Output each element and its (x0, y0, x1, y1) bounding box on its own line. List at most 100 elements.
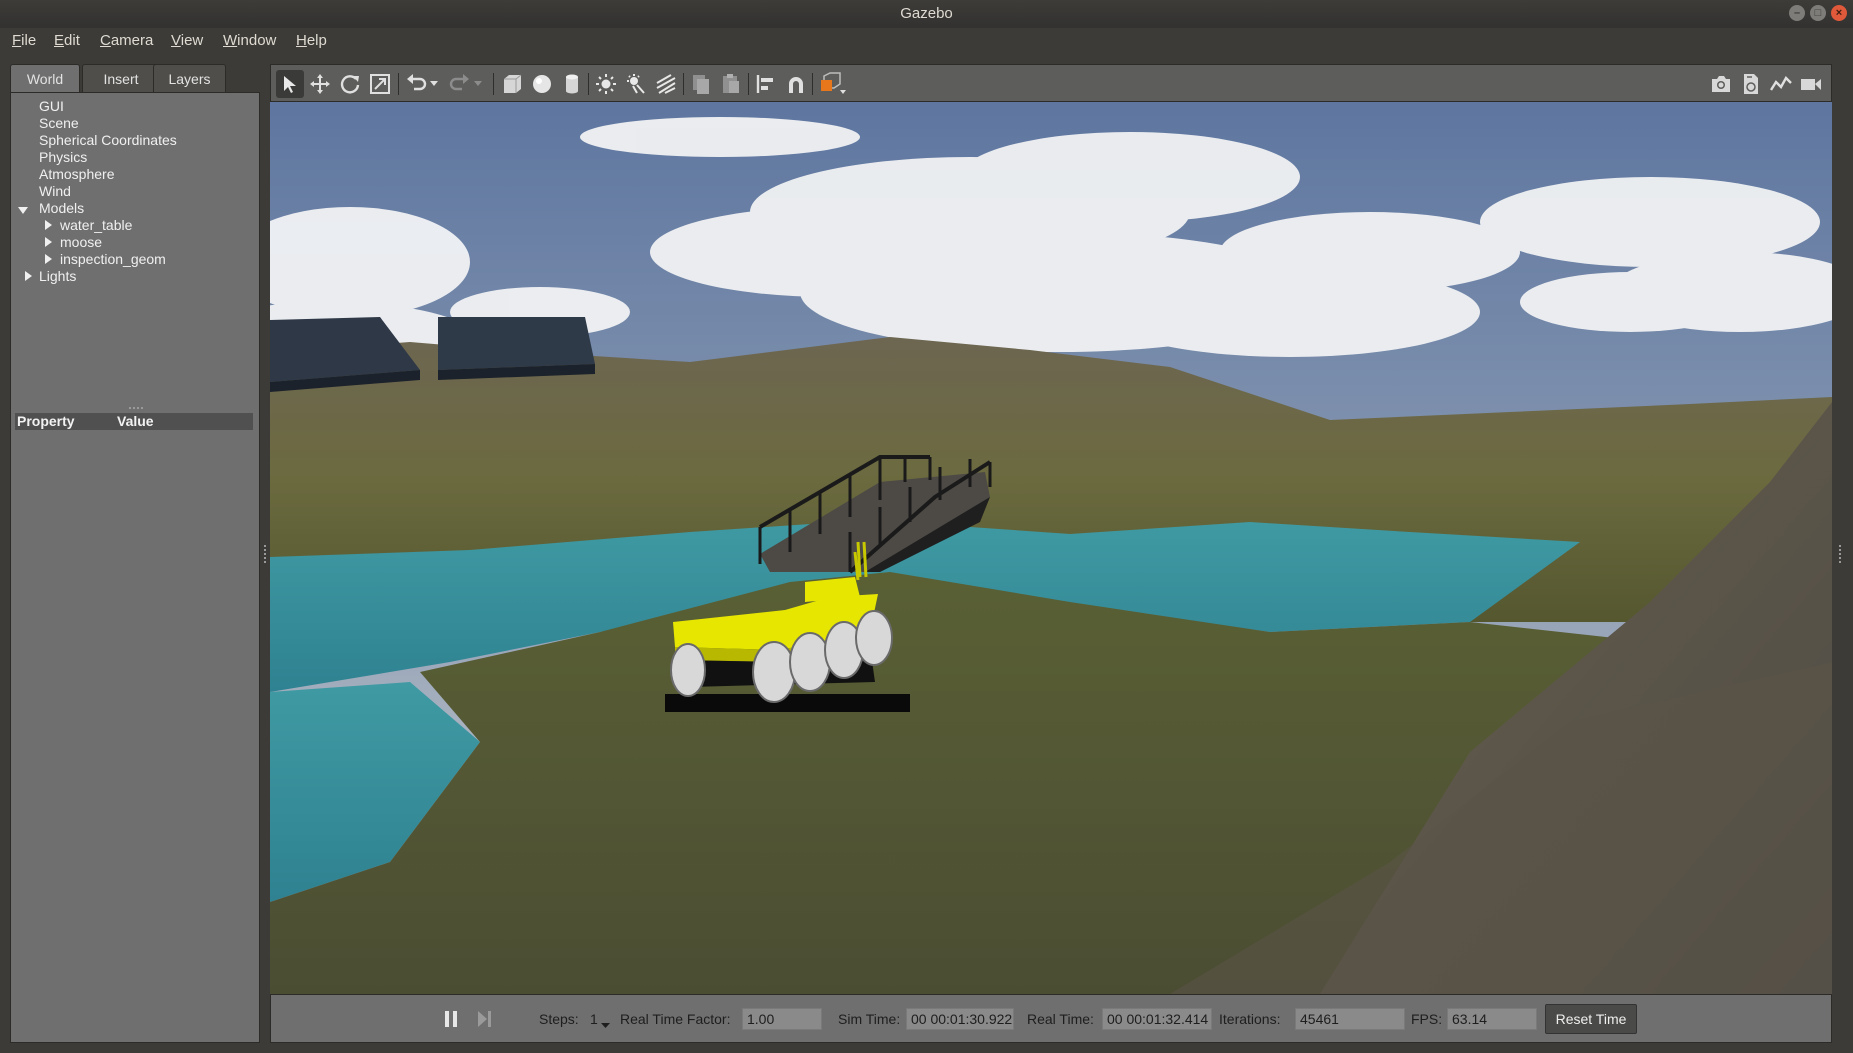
tree-item-models[interactable]: Models (39, 200, 84, 216)
tab-insert[interactable]: Insert (82, 64, 160, 92)
log-button[interactable] (1737, 70, 1765, 98)
toolbar-separator (812, 73, 813, 95)
chevron-down-icon (601, 1023, 610, 1028)
translate-icon (310, 74, 330, 94)
tree-item-wind[interactable]: Wind (39, 183, 71, 199)
insert-sphere-button[interactable] (528, 70, 556, 98)
menu-bar: File Edit Camera View Window Help (0, 28, 1853, 56)
step-button[interactable] (476, 1010, 492, 1033)
insert-spot-light-button[interactable] (622, 70, 650, 98)
tab-world[interactable]: World (10, 64, 80, 92)
paste-button[interactable] (717, 70, 745, 98)
video-record-icon (1801, 79, 1821, 90)
dropdown-icon (430, 81, 438, 86)
simulation-status-bar: Steps: 1 Real Time Factor: 1.00 Sim Time… (270, 994, 1832, 1043)
value-column-header: Value (117, 413, 154, 429)
toolbar-separator (493, 73, 494, 95)
close-button[interactable]: × (1831, 5, 1847, 21)
view-angle-icon (821, 72, 846, 94)
real-time-factor-label: Real Time Factor: (620, 1011, 731, 1027)
menu-window[interactable]: Window (223, 32, 276, 49)
menu-camera[interactable]: Camera (100, 32, 153, 49)
insert-directional-light-button[interactable] (652, 70, 680, 98)
expand-moose-icon[interactable] (45, 237, 52, 247)
real-time-factor-field: 1.00 (742, 1008, 822, 1030)
tree-item-spherical-coordinates[interactable]: Spherical Coordinates (39, 132, 177, 148)
maximize-icon: □ (1814, 6, 1822, 19)
video-record-button[interactable] (1797, 70, 1825, 98)
menu-file[interactable]: File (12, 32, 36, 49)
undo-icon (407, 74, 427, 91)
world-panel: GUI Scene Spherical Coordinates Physics … (10, 92, 260, 1043)
tree-item-atmosphere[interactable]: Atmosphere (39, 166, 114, 182)
tree-item-water-table[interactable]: water_table (60, 217, 132, 233)
minimize-button[interactable]: – (1789, 5, 1805, 21)
snap-magnet-icon (789, 77, 803, 93)
panel-splitter-handle[interactable] (129, 407, 143, 409)
expand-water-table-icon[interactable] (45, 220, 52, 230)
fps-field: 63.14 (1447, 1008, 1537, 1030)
step-icon (478, 1011, 491, 1027)
tree-item-moose[interactable]: moose (60, 234, 102, 250)
view-angle-button[interactable] (816, 70, 850, 98)
window-title: Gazebo (900, 5, 953, 22)
scale-icon (370, 74, 390, 94)
menu-edit[interactable]: Edit (54, 32, 80, 49)
toolbar-separator (748, 73, 749, 95)
rotate-icon (340, 75, 360, 94)
left-splitter-handle[interactable] (264, 545, 267, 563)
steps-label: Steps: (539, 1011, 579, 1027)
property-column-header: Property (17, 413, 75, 429)
copy-button[interactable] (687, 70, 715, 98)
dropdown-icon (474, 81, 482, 86)
plot-icon (1770, 76, 1792, 91)
copy-icon (693, 75, 709, 94)
paste-icon (723, 74, 739, 93)
expand-inspection-geom-icon[interactable] (45, 254, 52, 264)
tree-item-scene[interactable]: Scene (39, 115, 79, 131)
toolbar-separator (683, 73, 684, 95)
tree-item-lights[interactable]: Lights (39, 268, 76, 284)
tab-layers[interactable]: Layers (153, 64, 226, 92)
real-time-field: 00 00:01:32.414 (1102, 1008, 1212, 1030)
expand-lights-icon[interactable] (25, 271, 32, 281)
align-icon (756, 75, 773, 93)
steps-spinner[interactable] (601, 1016, 610, 1034)
tree-item-gui[interactable]: GUI (39, 98, 64, 114)
insert-box-button[interactable] (498, 70, 526, 98)
tree-item-inspection-geom[interactable]: inspection_geom (60, 251, 166, 267)
insert-cylinder-button[interactable] (558, 70, 586, 98)
pause-button[interactable] (443, 1010, 459, 1033)
fps-label: FPS: (1411, 1011, 1443, 1027)
menu-help[interactable]: Help (296, 32, 327, 49)
tree-item-physics[interactable]: Physics (39, 149, 87, 165)
redo-icon (449, 74, 469, 91)
select-mode-button[interactable] (276, 70, 304, 98)
scale-mode-button[interactable] (366, 70, 394, 98)
maximize-button[interactable]: □ (1810, 5, 1826, 21)
reset-time-button[interactable]: Reset Time (1545, 1004, 1637, 1034)
menu-view[interactable]: View (171, 32, 203, 49)
minimize-icon: – (1793, 6, 1801, 19)
right-splitter-handle[interactable] (1839, 545, 1842, 563)
insert-point-light-button[interactable] (592, 70, 620, 98)
real-time-label: Real Time: (1027, 1011, 1094, 1027)
steps-value[interactable]: 1 (590, 1011, 598, 1027)
snap-button[interactable] (782, 70, 810, 98)
3d-viewport[interactable] (270, 102, 1832, 994)
redo-history-button[interactable] (470, 70, 486, 98)
expand-models-icon[interactable] (18, 207, 28, 214)
log-icon (1744, 74, 1758, 94)
sim-time-field: 00 00:01:30.922 (906, 1008, 1014, 1030)
translate-mode-button[interactable] (306, 70, 334, 98)
iterations-label: Iterations: (1219, 1011, 1281, 1027)
toolbar-separator (588, 73, 589, 95)
screenshot-button[interactable] (1707, 70, 1735, 98)
sim-time-label: Sim Time: (838, 1011, 901, 1027)
plot-button[interactable] (1767, 70, 1795, 98)
title-bar: Gazebo – □ × (0, 0, 1853, 28)
rotate-mode-button[interactable] (336, 70, 364, 98)
align-button[interactable] (752, 70, 780, 98)
undo-history-button[interactable] (426, 70, 442, 98)
select-arrow-icon (284, 76, 296, 93)
